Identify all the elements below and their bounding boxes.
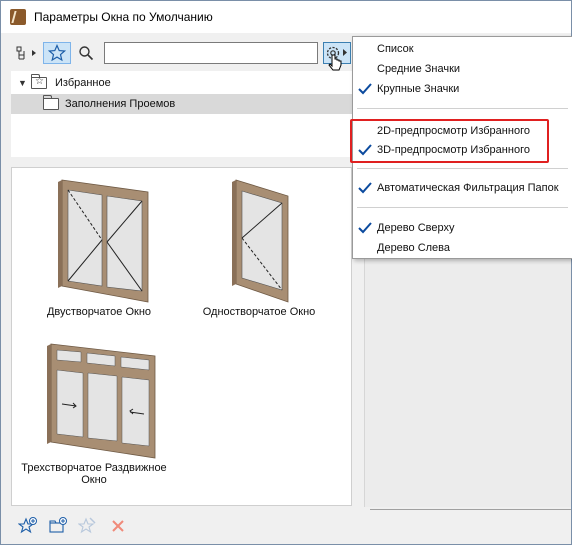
menu-item-tree-left[interactable]: Дерево Слева [353,238,572,258]
toolbar [1,33,356,71]
add-favorite-icon [18,517,37,534]
tree-item-label: Избранное [55,77,111,89]
dialog-window: Параметры Окна по Умолчанию ▼ ☆ Избранно… [0,0,572,545]
tree-view-icon [16,46,36,60]
favorites-button[interactable] [43,42,71,64]
window-title: Параметры Окна по Умолчанию [34,10,213,24]
menu-item-label: Список [377,43,414,55]
tree-view-button[interactable] [13,42,41,64]
menu-item-tree-top[interactable]: Дерево Сверху [353,218,572,238]
tree-item-label: Заполнения Проемов [65,98,176,110]
folder-icon [43,95,59,110]
menu-item-auto-filter[interactable]: Автоматическая Фильтрация Папок [353,178,572,198]
panel-splitter[interactable] [11,157,356,167]
app-icon [10,9,26,25]
preview-item-label: Трехстворчатое Раздвижное Окно [21,462,167,486]
delete-icon [112,520,124,532]
new-folder-icon [49,517,67,533]
menu-item-large-icons[interactable]: Крупные Значки [353,79,572,99]
bottom-toolbar [1,509,356,544]
preview-item-label: Одностворчатое Окно [202,306,316,318]
favorites-folder-icon: ☆ [31,74,47,89]
preview-item-double-window[interactable]: Двустворчатое Окно [24,178,174,318]
settings-panel [364,259,571,507]
single-window-preview [232,179,289,303]
menu-item-label: Дерево Слева [377,242,451,254]
preview-item-single-window[interactable]: Одностворчатое Окно [184,178,334,318]
checkmark-icon [358,222,372,234]
divider [370,509,571,510]
menu-item-label: Средние Значки [377,63,461,75]
expand-arrow-icon[interactable]: ▼ [18,78,27,88]
search-icon [79,46,94,61]
mouse-cursor-icon [328,54,342,71]
delete-button[interactable] [107,515,129,537]
add-favorite-button[interactable] [17,515,39,537]
folder-tree: ▼ ☆ Избранное Заполнения Проемов [11,71,356,157]
tree-item-openings[interactable]: Заполнения Проемов [11,94,356,114]
preview-item-triple-sliding-window[interactable]: Трехстворчатое Раздвижное Окно [14,342,174,486]
menu-item-medium-icons[interactable]: Средние Значки [353,59,572,79]
menu-item-label: Крупные Значки [377,83,460,95]
right-settings-area [356,259,571,544]
title-bar: Параметры Окна по Умолчанию [1,1,571,33]
tree-item-favorites[interactable]: ▼ ☆ Избранное [11,73,356,93]
search-input[interactable] [104,42,318,64]
new-folder-button[interactable] [47,515,69,537]
menu-item-label: Дерево Сверху [377,222,455,234]
preview-panel: Двустворчатое Окно Одностворчатое Окно Т… [11,167,352,506]
menu-separator [357,108,568,109]
menu-item-list[interactable]: Список [353,39,572,59]
checkmark-icon [358,83,372,95]
favorites-star-icon [48,44,66,62]
checkmark-icon [358,182,372,194]
preview-item-label: Двустворчатое Окно [46,306,152,318]
search-button[interactable] [75,42,97,64]
triple-sliding-window-preview [47,343,156,459]
edit-favorite-icon [78,517,96,534]
menu-separator [357,168,568,169]
menu-item-label: Автоматическая Фильтрация Папок [377,182,559,194]
highlight-annotation [350,119,549,163]
double-window-preview [58,179,149,303]
edit-favorite-button[interactable] [77,515,99,537]
menu-separator [357,207,568,208]
